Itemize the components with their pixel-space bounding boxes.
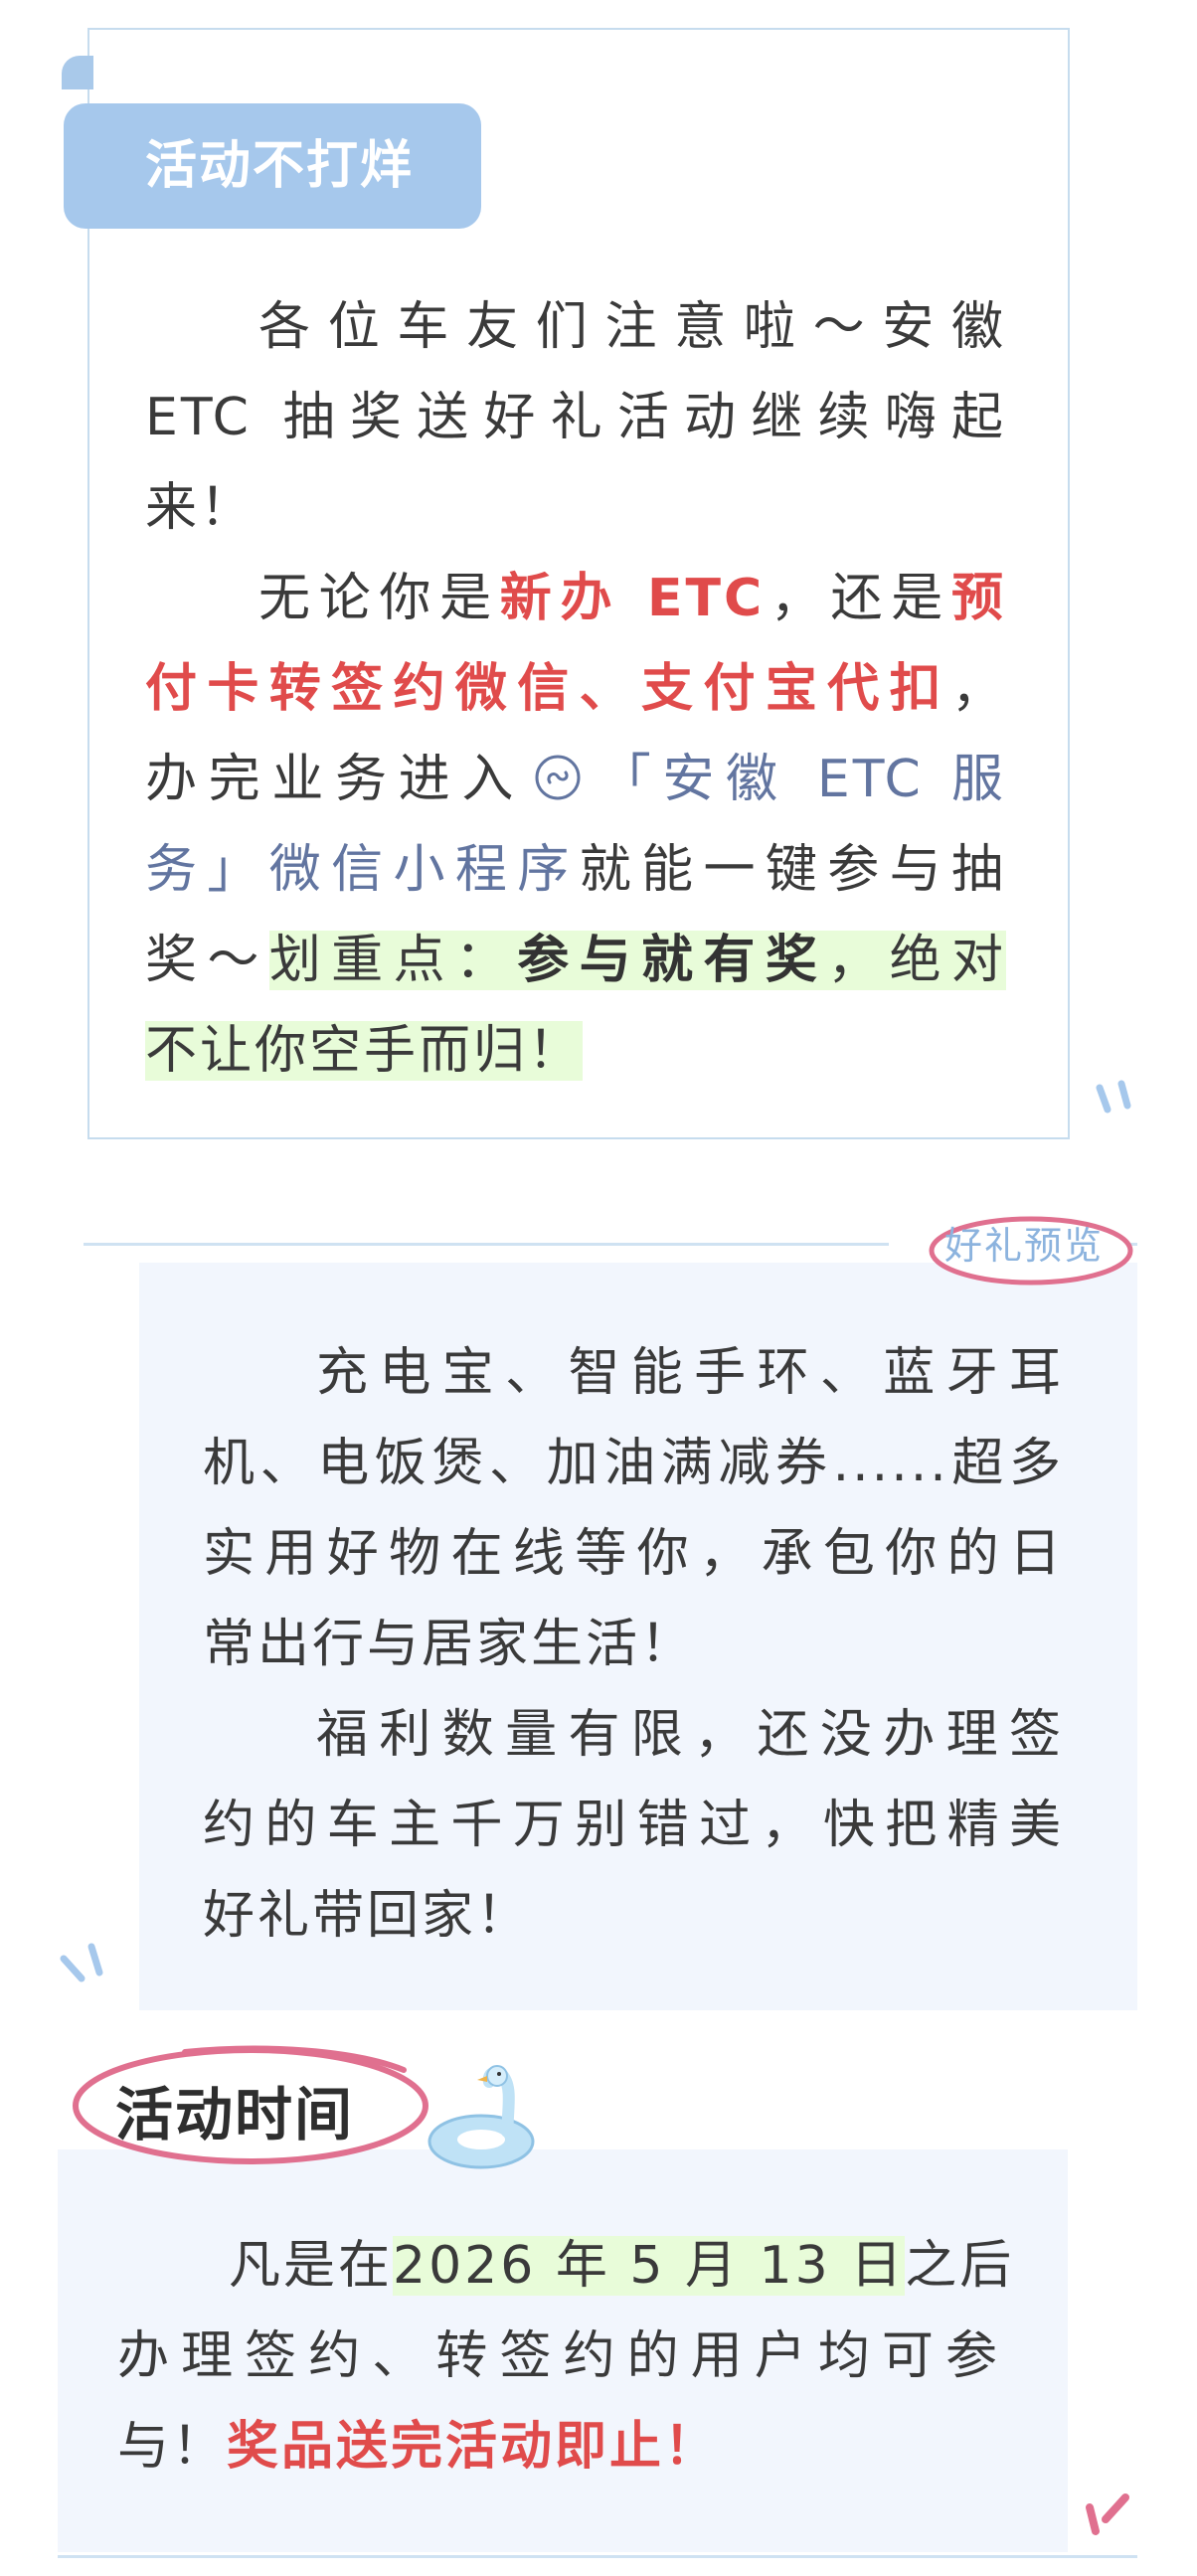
paragraph-line: 办理签约、转签约的用户均可参 (117, 2312, 1000, 2402)
text-run: ，还是 (765, 569, 951, 628)
paragraph-line: 福利数量有限，还没办理签 (316, 1690, 1064, 1781)
text-run: 实用好物在线等你，承包你的日 (203, 1524, 1064, 1584)
paragraph-line: 充电宝、智能手环、蓝牙耳 (316, 1328, 1064, 1419)
mini-program-link-icon[interactable] (533, 741, 583, 800)
text-run: 之后 (905, 2236, 1015, 2296)
text-run: 常出行与居家生活！ (203, 1615, 696, 1674)
mini-program-link[interactable]: 「安徽 ETC 服 (591, 750, 1006, 809)
paragraph-line: 好礼带回家！ (203, 1871, 1064, 1962)
paragraph-line: 务」微信小程序就能一键参与抽 (145, 825, 1006, 916)
text-run: 来！ (145, 478, 256, 538)
text-run: 福利数量有限，还没办理签 (316, 1705, 1064, 1765)
paragraph-line: ETC 抽奖送好礼活动继续嗨起 (145, 373, 1006, 463)
text-run: 各位车友们注意啦～安徽 (258, 297, 1006, 357)
paragraph-line: 各位车友们注意啦～安徽 (258, 282, 1006, 373)
swan-float-icon (428, 2065, 535, 2169)
gift-preview-badge: 好礼预览 (944, 1224, 1105, 1268)
tab-fold-decoration (62, 56, 93, 89)
paragraph-line: 无论你是新办 ETC，还是预 (258, 554, 1006, 644)
text-run: 与！ (117, 2417, 228, 2477)
sparkle-decoration-icon (1086, 2493, 1129, 2535)
text-run: 充电宝、智能手环、蓝牙耳 (316, 1343, 1064, 1403)
text-run: 约的车主千万别错过，快把精美 (203, 1796, 1064, 1855)
paragraph-line: 实用好物在线等你，承包你的日 (203, 1509, 1064, 1600)
paragraph-line: 奖～划重点：参与就有奖，绝对 (145, 916, 1006, 1006)
activity-date: 2026 年 5 月 13 日 (393, 2236, 906, 2296)
paragraph-line: 办完业务进入 「安徽 ETC 服 (145, 735, 1006, 825)
highlight-prepaid: 预 (950, 569, 1006, 628)
text-run: 机、电饭煲、加油满减券......超多 (203, 1434, 1064, 1493)
text-run: 凡是在 (229, 2236, 394, 2296)
paragraph-line: 不让你空手而归！ (145, 1006, 1006, 1097)
activity-end-notice: 奖品送完活动即止！ (227, 2417, 720, 2477)
highlight-prepaid-card: 付卡转签约微信、支付宝代扣 (145, 659, 951, 719)
key-point-text: 不让你空手而归！ (145, 1021, 584, 1081)
text-run: 就能一键参与抽 (579, 840, 1006, 900)
paragraph-line: 付卡转签约微信、支付宝代扣， (145, 644, 1006, 735)
paragraph-line: 凡是在2026 年 5 月 13 日之后 (229, 2221, 1011, 2312)
section-tag-title: 活动不打烊 (145, 136, 415, 196)
paragraph-line: 与！奖品送完活动即止！ (117, 2402, 1000, 2492)
sparkle-decoration-icon (60, 1943, 103, 1982)
text-run: 办理签约、转签约的用户均可参 (117, 2326, 1000, 2386)
text-run: ， (950, 659, 1006, 719)
text-run: 奖～ (145, 931, 269, 990)
section-divider (58, 2555, 1137, 2558)
key-point-text: ，绝对 (827, 931, 1006, 990)
activity-time-title: 活动时间 (115, 2081, 355, 2148)
paragraph-line: 来！ (145, 463, 1006, 554)
text-run: ETC 抽奖送好礼活动继续嗨起 (145, 388, 1006, 447)
text-run: 办完业务进入 (145, 750, 526, 809)
section-divider (84, 1243, 889, 1246)
paragraph-line: 约的车主千万别错过，快把精美 (203, 1781, 1064, 1871)
key-point-label: 划重点： (268, 931, 518, 990)
highlight-new-etc: 新办 ETC (499, 569, 766, 628)
text-run: 无论你是 (258, 569, 500, 628)
sparkle-decoration-icon (1096, 1080, 1131, 1114)
paragraph-line: 常出行与居家生活！ (203, 1600, 1064, 1690)
mini-program-link[interactable]: 务」微信小程序 (145, 840, 580, 900)
text-run: 好礼带回家！ (203, 1886, 532, 1946)
paragraph-line: 机、电饭煲、加油满减券......超多 (203, 1419, 1064, 1509)
key-point-bold: 参与就有奖 (517, 931, 828, 990)
